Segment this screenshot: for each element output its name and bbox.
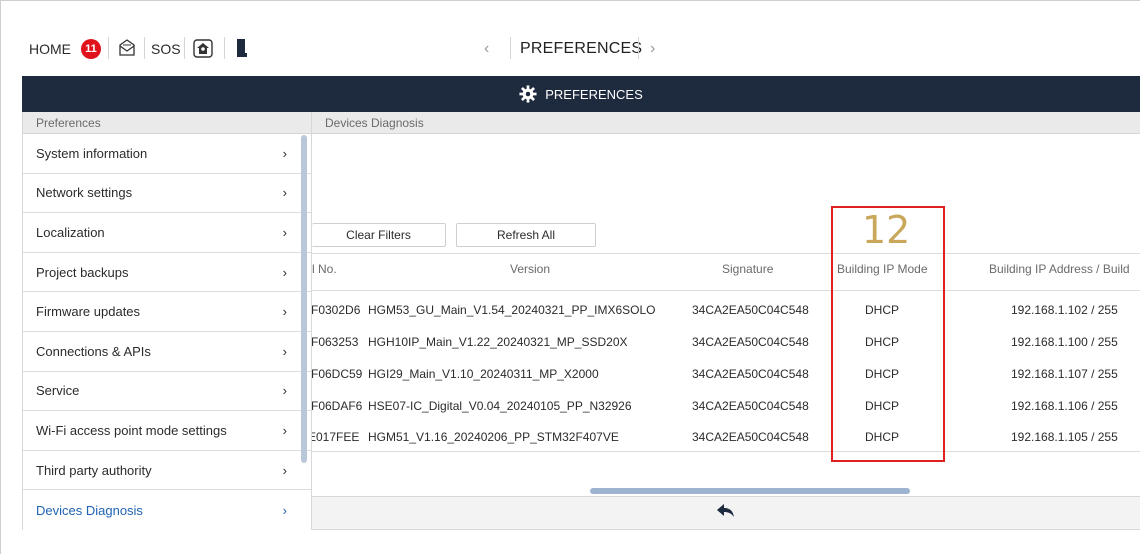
panel-footer xyxy=(312,496,1140,529)
sidebar-item-devices-diagnosis[interactable]: Devices Diagnosis › xyxy=(23,490,311,530)
col-header-version[interactable]: Version xyxy=(510,262,550,276)
sidebar-item-firmware-updates[interactable]: Firmware updates › xyxy=(23,292,311,332)
sidebar-item-network-settings[interactable]: Network settings › xyxy=(23,173,311,214)
chevron-right-icon: › xyxy=(282,462,287,478)
prev-page-chevron[interactable]: ‹ xyxy=(484,25,489,73)
sidebar-item-third-party-authority[interactable]: Third party authority › xyxy=(23,450,311,491)
divider xyxy=(108,37,109,59)
preferences-sidebar: Preferences System information › Network … xyxy=(22,112,312,530)
page-title: PREFERENCES xyxy=(520,40,643,57)
back-arrow-icon[interactable] xyxy=(717,504,735,523)
table-top-border xyxy=(312,253,1140,254)
cell-ip-address: 192.168.1.102 / 255 xyxy=(1011,303,1118,317)
cell-version: HGH10IP_Main_V1.22_20240321_MP_SSD20X xyxy=(368,335,628,349)
sidebar-item-service[interactable]: Service › xyxy=(23,371,311,412)
chevron-right-icon: › xyxy=(282,224,287,240)
chevron-right-icon: › xyxy=(282,145,287,161)
notification-badge: 11 xyxy=(81,39,101,59)
sos-button[interactable]: SOS xyxy=(151,25,181,73)
cell-signature: 34CA2EA50C04C548 xyxy=(692,303,809,317)
sidebar-item-system-information[interactable]: System information › xyxy=(23,134,311,174)
divider xyxy=(184,37,185,59)
table-header-border xyxy=(312,290,1140,291)
cell-signature: 34CA2EA50C04C548 xyxy=(692,335,809,349)
chevron-left-icon: ‹ xyxy=(484,40,490,57)
cell-signature: 34CA2EA50C04C548 xyxy=(692,430,809,444)
chevron-right-icon: › xyxy=(282,502,287,518)
sidebar-item-project-backups[interactable]: Project backups › xyxy=(23,252,311,293)
door-icon xyxy=(234,37,248,62)
section-header-title: PREFERENCES xyxy=(545,86,643,102)
col-header-ip-address[interactable]: Building IP Address / Build xyxy=(989,262,1130,276)
chevron-right-icon: › xyxy=(282,304,287,320)
cell-version: HGM51_V1.16_20240206_PP_STM32F407VE xyxy=(368,430,619,444)
chevron-right-icon: › xyxy=(282,264,287,280)
cell-serial: F063253 xyxy=(312,335,359,349)
cell-serial: F0302D6 xyxy=(312,303,361,317)
content-heading: Devices Diagnosis xyxy=(312,112,1140,134)
section-header: PREFERENCES xyxy=(22,76,1140,112)
cell-signature: 34CA2EA50C04C548 xyxy=(692,399,809,413)
house-shield-icon xyxy=(192,38,214,61)
sidebar-item-wifi-ap-mode[interactable]: Wi-Fi access point mode settings › xyxy=(23,411,311,451)
home-security-button[interactable] xyxy=(192,25,214,73)
divider xyxy=(224,37,225,59)
divider xyxy=(144,37,145,59)
cell-version: HGI29_Main_V1.10_20240311_MP_X2000 xyxy=(368,367,599,381)
sidebar-item-localization[interactable]: Localization › xyxy=(23,213,311,253)
refresh-all-button[interactable]: Refresh All xyxy=(456,223,596,247)
sidebar-heading: Preferences xyxy=(23,112,311,134)
devices-diagnosis-panel: Devices Diagnosis Clear Filters Refresh … xyxy=(312,112,1140,530)
divider xyxy=(510,37,511,59)
home-button[interactable]: HOME xyxy=(29,25,71,73)
cell-serial: F06DAF6 xyxy=(312,399,363,413)
cell-version: HSE07-IC_Digital_V0.04_20240105_PP_N3292… xyxy=(368,399,632,413)
chevron-right-icon: › xyxy=(282,343,287,359)
cell-version: HGM53_GU_Main_V1.54_20240321_PP_IMX6SOLO xyxy=(368,303,656,317)
table-bottom-border xyxy=(312,451,1140,452)
chevron-right-icon: › xyxy=(650,40,656,57)
chevron-right-icon: › xyxy=(282,422,287,438)
cell-ip-address: 192.168.1.106 / 255 xyxy=(1011,399,1118,413)
door-button[interactable] xyxy=(234,25,248,73)
sidebar-list: System information › Network settings › Lo… xyxy=(23,134,311,530)
cell-serial: E017FEE xyxy=(312,430,360,444)
cell-serial: F06DC59 xyxy=(312,367,363,381)
notifications-button[interactable]: 11 xyxy=(81,25,101,73)
top-bar: HOME 11 SOS ‹ PREFERENCES › xyxy=(22,25,1140,73)
table-horizontal-scrollbar[interactable] xyxy=(590,488,910,494)
cell-ip-address: 192.168.1.107 / 255 xyxy=(1011,367,1118,381)
col-header-serial[interactable]: l No. xyxy=(312,262,337,276)
envelope-icon xyxy=(116,38,138,60)
cell-ip-address: 192.168.1.105 / 255 xyxy=(1011,430,1118,444)
cell-signature: 34CA2EA50C04C548 xyxy=(692,367,809,381)
col-header-signature[interactable]: Signature xyxy=(722,262,773,276)
sos-label: SOS xyxy=(151,41,181,57)
cell-ip-address: 192.168.1.100 / 255 xyxy=(1011,335,1118,349)
clear-filters-button[interactable]: Clear Filters xyxy=(312,223,446,247)
messages-button[interactable] xyxy=(116,25,138,73)
callout-number: 12 xyxy=(862,208,911,252)
chevron-right-icon: › xyxy=(282,185,287,201)
next-page-chevron[interactable]: › xyxy=(650,25,655,73)
sidebar-scrollbar[interactable] xyxy=(301,135,307,463)
gear-icon xyxy=(519,85,537,103)
sidebar-item-connections-apis[interactable]: Connections & APIs › xyxy=(23,331,311,372)
home-label: HOME xyxy=(29,41,71,57)
divider xyxy=(638,37,639,59)
chevron-right-icon: › xyxy=(282,383,287,399)
